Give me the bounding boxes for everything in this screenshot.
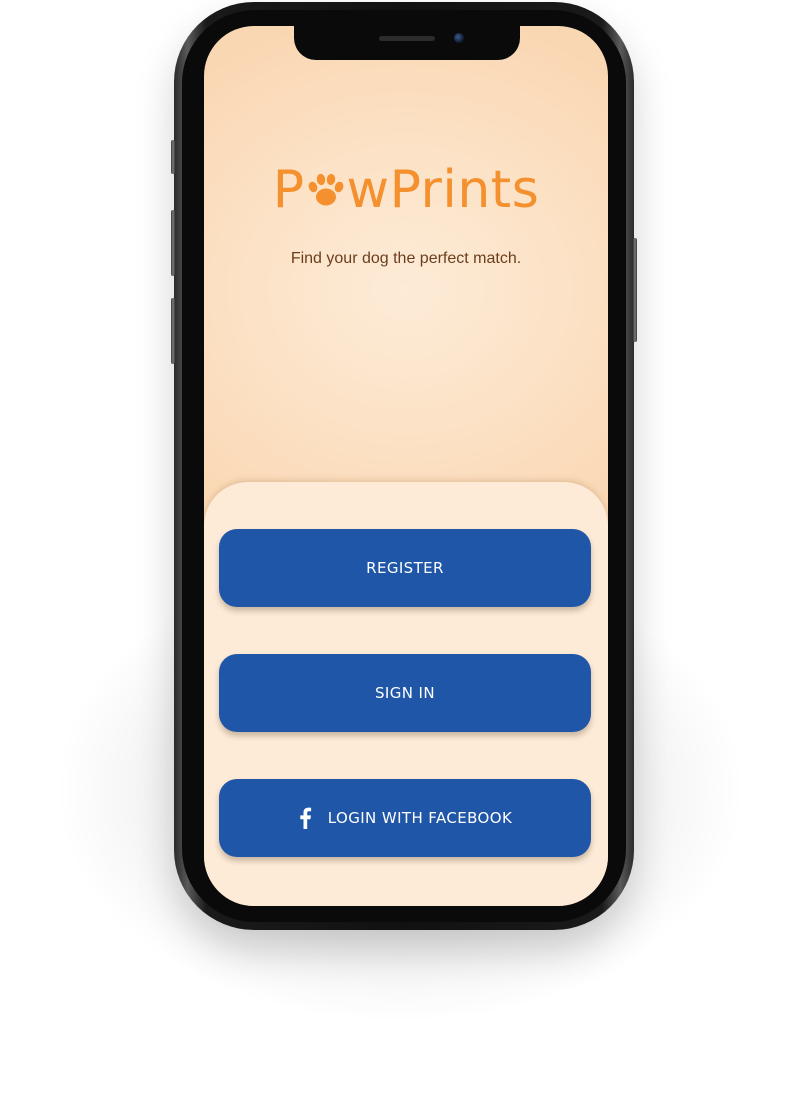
app-logo: P wPrints [204, 158, 608, 222]
silent-switch [171, 140, 175, 174]
facebook-login-label: LOGIN WITH FACEBOOK [327, 809, 513, 827]
register-button[interactable]: REGISTER [219, 529, 591, 607]
action-sheet: REGISTER SIGN IN LOGIN WITH FACEBOOK [204, 482, 608, 906]
facebook-icon [300, 807, 311, 829]
facebook-login-button[interactable]: LOGIN WITH FACEBOOK [219, 779, 591, 857]
volume-up-button [171, 210, 175, 276]
phone-notch [294, 26, 520, 60]
logo-text-start: P [272, 160, 305, 220]
speaker-grille [379, 36, 435, 41]
power-button [633, 238, 637, 342]
paw-icon [308, 173, 343, 206]
volume-down-button [171, 298, 175, 364]
app-screen: P wPrints Find your dog the perfect matc… [204, 26, 608, 906]
sign-in-button[interactable]: SIGN IN [219, 654, 591, 732]
phone-frame: P wPrints Find your dog the perfect matc… [171, 2, 637, 930]
front-camera [454, 33, 464, 43]
mockup-stage: P wPrints Find your dog the perfect matc… [0, 0, 800, 1101]
logo-text-end: wPrints [346, 160, 540, 220]
register-label: REGISTER [366, 559, 444, 577]
tagline: Find your dog the perfect match. [290, 250, 522, 267]
sign-in-label: SIGN IN [374, 684, 435, 702]
